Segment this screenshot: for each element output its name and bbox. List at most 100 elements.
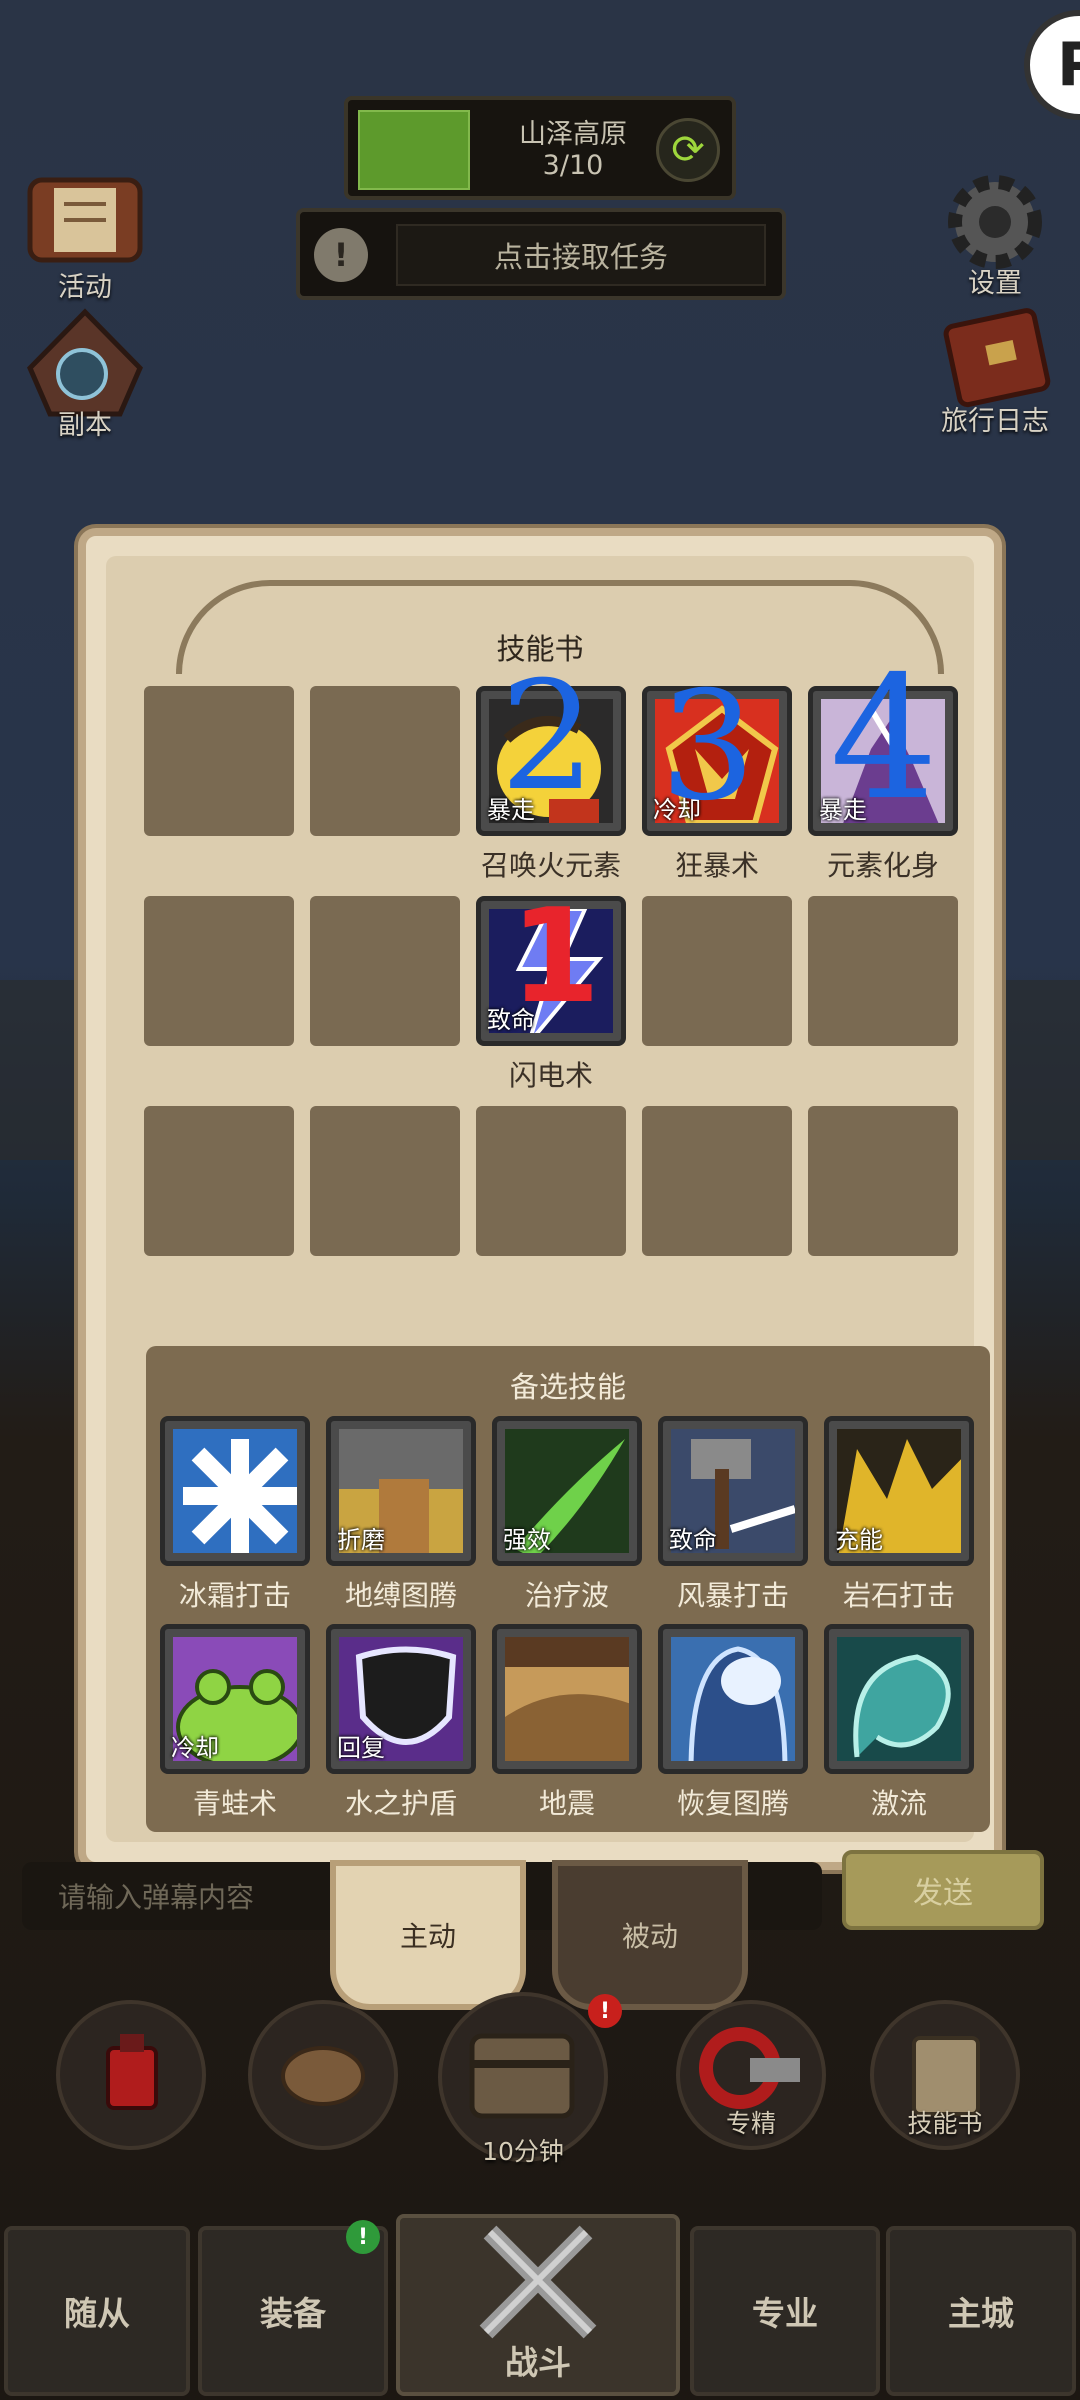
settings-button[interactable]: 设置 <box>930 166 1060 299</box>
refresh-icon[interactable]: ⟳ <box>656 118 720 182</box>
skill-book-button[interactable]: 技能书 <box>870 2000 1020 2150</box>
travel-log-label: 旅行日志 <box>941 406 1049 437</box>
skill-healing-totem[interactable] <box>658 1624 808 1774</box>
empty-slot[interactable] <box>310 1106 460 1256</box>
empty-slot[interactable] <box>642 1106 792 1256</box>
skill-earthbind-totem[interactable]: 折磨 <box>326 1416 476 1566</box>
skill-rock-strike[interactable]: 充能 <box>824 1416 974 1566</box>
danmaku-placeholder: 请输入弹幕内容 <box>58 1881 255 1914</box>
skill-stormstrike[interactable]: 致命 <box>658 1416 808 1566</box>
skill-name: 风暴打击 <box>676 1579 789 1612</box>
skill-name: 狂暴术 <box>674 849 759 882</box>
alert-icon: ! <box>314 228 368 282</box>
nav-battle-label: 战斗 <box>505 2343 571 2382</box>
empty-slot[interactable] <box>310 896 460 1046</box>
gear-icon <box>948 175 1042 269</box>
chest-timer: 10分钟 <box>482 2137 564 2166</box>
skill-healing-wave[interactable]: 强效 <box>492 1416 642 1566</box>
food-button[interactable] <box>248 2000 398 2150</box>
skill-tag: 折磨 <box>337 1526 385 1554</box>
skill-tag: 致命 <box>669 1526 717 1554</box>
skill-hex[interactable]: 冷却 <box>160 1624 310 1774</box>
nav-profession-label: 专业 <box>752 2294 818 2333</box>
nav-main-city-label: 主城 <box>948 2294 1014 2333</box>
specialize-label: 专精 <box>725 2109 776 2138</box>
tab-passive-label: 被动 <box>621 1920 678 1953</box>
skill-name: 地震 <box>538 1787 595 1820</box>
healing-totem-art <box>671 1637 795 1761</box>
skill-name: 治疗波 <box>524 1579 609 1612</box>
skill-book-label: 技能书 <box>907 2109 983 2138</box>
potion-button[interactable] <box>56 2000 206 2150</box>
skill-name: 恢复图腾 <box>676 1787 789 1820</box>
skill-name: 水之护盾 <box>344 1787 457 1820</box>
zone-progress-text: 3/10 <box>542 150 604 181</box>
annotation-number-1: 1 <box>510 880 601 1032</box>
book-icon <box>943 308 1051 408</box>
skill-tag: 回复 <box>337 1734 385 1762</box>
empty-slot[interactable] <box>144 686 294 836</box>
skill-name: 激流 <box>870 1787 927 1820</box>
dungeon-button[interactable]: 副本 <box>20 308 150 441</box>
quest-bar[interactable]: ! 点击接取任务 <box>296 208 786 300</box>
zone-progress-panel: 山泽高原 3/10 ⟳ <box>344 96 736 200</box>
empty-slot[interactable] <box>476 1106 626 1256</box>
frost-art <box>173 1429 297 1553</box>
skill-name: 岩石打击 <box>842 1579 955 1612</box>
skill-name: 元素化身 <box>826 849 939 882</box>
zone-progress-bar <box>358 110 470 190</box>
send-label: 发送 <box>913 1876 973 1911</box>
skill-frost-strike[interactable] <box>160 1416 310 1566</box>
tab-active-label: 主动 <box>399 1920 456 1953</box>
tab-passive-skills[interactable]: 被动 <box>552 1860 748 2010</box>
empty-slot[interactable] <box>808 896 958 1046</box>
nav-battle[interactable]: 战斗 <box>396 2214 680 2396</box>
logo-letter: P <box>1057 30 1080 100</box>
riptide-art <box>837 1637 961 1761</box>
specialize-button[interactable]: 专精 <box>676 2000 826 2150</box>
game-screen: P 活动 副本 设置 旅行日志 山泽高原 3/10 ⟳ ! 点击接取任务 技能书 <box>0 0 1080 2400</box>
equipment-badge: ! <box>346 2220 380 2254</box>
empty-slot[interactable] <box>310 686 460 836</box>
nav-main-city[interactable]: 主城 <box>886 2226 1076 2396</box>
skill-name: 召唤火元素 <box>480 849 621 882</box>
skill-name: 闪电术 <box>508 1059 593 1092</box>
quest-text: 点击接取任务 <box>396 224 766 286</box>
chest-alert-badge: ! <box>588 1994 622 2028</box>
earthquake-art <box>505 1637 629 1761</box>
zone-name: 山泽高原 <box>519 119 627 150</box>
chest-button[interactable]: 10分钟 <box>438 1992 608 2166</box>
empty-slot[interactable] <box>642 896 792 1046</box>
skill-tag: 充能 <box>835 1526 883 1554</box>
send-button[interactable]: 发送 <box>842 1850 1044 1930</box>
skill-name: 冰霜打击 <box>178 1579 291 1612</box>
settings-label: 设置 <box>968 268 1022 299</box>
skill-name: 地缚图腾 <box>344 1579 457 1612</box>
nav-equipment-label: 装备 <box>260 2294 326 2333</box>
app-logo[interactable]: P <box>1024 10 1080 120</box>
skill-tag: 冷却 <box>171 1734 219 1762</box>
tab-active-skills[interactable]: 主动 <box>330 1860 526 2010</box>
dungeon-label: 副本 <box>58 410 112 441</box>
annotation-number-4: 4 <box>830 640 939 838</box>
annotation-number-3: 3 <box>660 660 756 834</box>
portal-icon <box>27 308 143 417</box>
nav-followers[interactable]: 随从 <box>4 2226 190 2396</box>
annotation-number-2: 2 <box>500 650 596 824</box>
skill-riptide[interactable] <box>824 1624 974 1774</box>
empty-slot[interactable] <box>144 896 294 1046</box>
scroll-icon <box>27 177 143 263</box>
skill-earthquake[interactable] <box>492 1624 642 1774</box>
skill-water-shield[interactable]: 回复 <box>326 1624 476 1774</box>
nav-profession[interactable]: 专业 <box>690 2226 880 2396</box>
travel-log-button[interactable]: 旅行日志 <box>930 304 1060 437</box>
empty-slot[interactable] <box>144 1106 294 1256</box>
activity-button[interactable]: 活动 <box>20 170 150 303</box>
activity-label: 活动 <box>58 272 112 303</box>
skill-tag: 强效 <box>503 1526 551 1554</box>
bread-icon <box>281 2046 365 2106</box>
alternate-skills-section: 备选技能 折磨 强效 致命 充能 冰霜打击 地缚图腾 治疗波 风暴打击 岩石打击… <box>146 1346 990 1832</box>
skill-name: 青蛙术 <box>192 1787 277 1820</box>
empty-slot[interactable] <box>808 1106 958 1256</box>
alternate-skills-title: 备选技能 <box>509 1370 626 1404</box>
